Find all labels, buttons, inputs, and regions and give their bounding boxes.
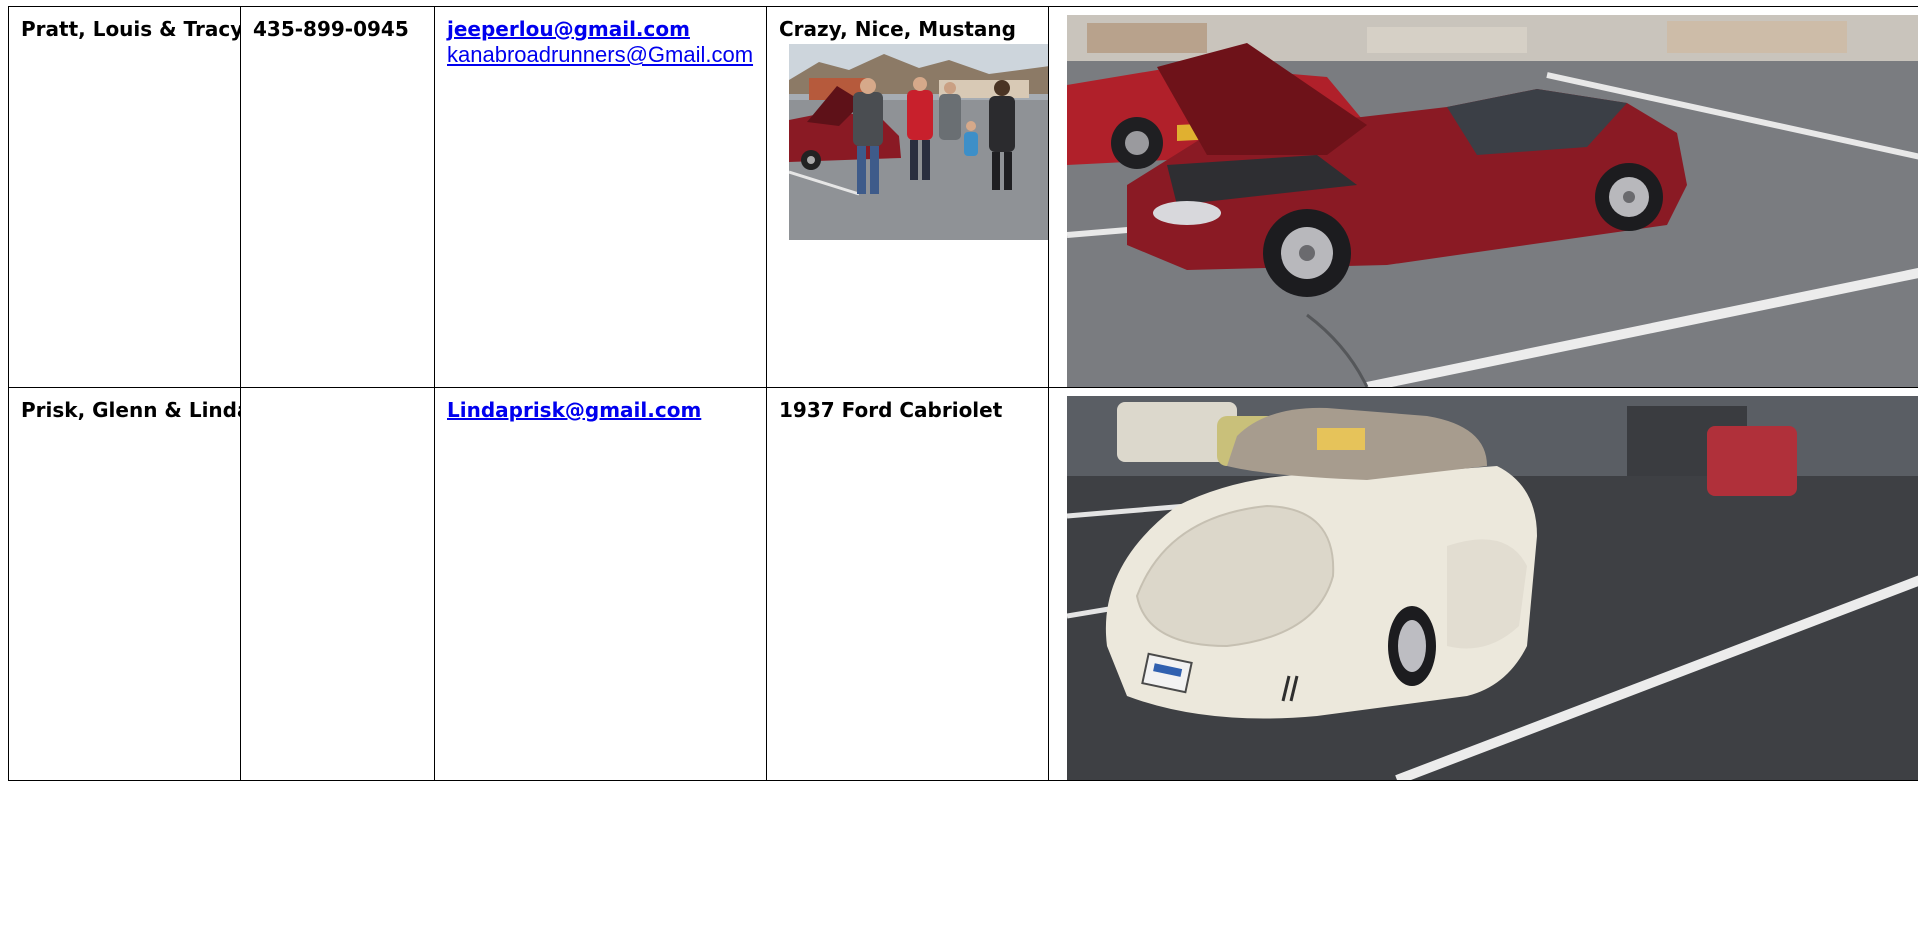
email-link-secondary[interactable]: kanabroadrunners@Gmail.com: [436, 42, 766, 68]
photo-cell: [1048, 6, 1918, 388]
table-row: Pratt, Louis & Tracy 435-899-0945 jeeper…: [8, 6, 1918, 388]
member-roster-table: Pratt, Louis & Tracy 435-899-0945 jeeper…: [8, 6, 1918, 781]
phone-cell: 435-899-0945: [240, 6, 435, 388]
red-mustang-photo: [1067, 15, 1918, 387]
vehicle-description: 1937 Ford Cabriolet: [779, 398, 1003, 422]
vehicle-description: Crazy, Nice, Mustang: [779, 17, 1016, 41]
email-link-primary[interactable]: jeeperlou@gmail.com: [436, 8, 766, 43]
group-at-car-show-photo: [789, 44, 1048, 240]
phone-cell: [240, 387, 435, 781]
table-row: Prisk, Glenn & Linda Lindaprisk@gmail.co…: [8, 387, 1918, 781]
phone-number: [242, 389, 434, 399]
email-cell: jeeperlou@gmail.com kanabroadrunners@Gma…: [434, 6, 767, 388]
member-roster-document: Pratt, Louis & Tracy 435-899-0945 jeeper…: [0, 0, 1918, 951]
member-name-cell: Pratt, Louis & Tracy: [8, 6, 241, 388]
white-ford-cabriolet-photo: [1067, 396, 1918, 780]
photo-cell: [1048, 387, 1918, 781]
vehicle-cell: 1937 Ford Cabriolet: [766, 387, 1049, 781]
member-name: Prisk, Glenn & Linda: [21, 398, 241, 422]
member-name: Pratt, Louis & Tracy: [21, 17, 241, 41]
email-cell: Lindaprisk@gmail.com: [434, 387, 767, 781]
phone-number: 435-899-0945: [253, 17, 409, 41]
email-link-primary[interactable]: Lindaprisk@gmail.com: [436, 389, 766, 424]
vehicle-cell: Crazy, Nice, Mustang: [766, 6, 1049, 388]
member-name-cell: Prisk, Glenn & Linda: [8, 387, 241, 781]
